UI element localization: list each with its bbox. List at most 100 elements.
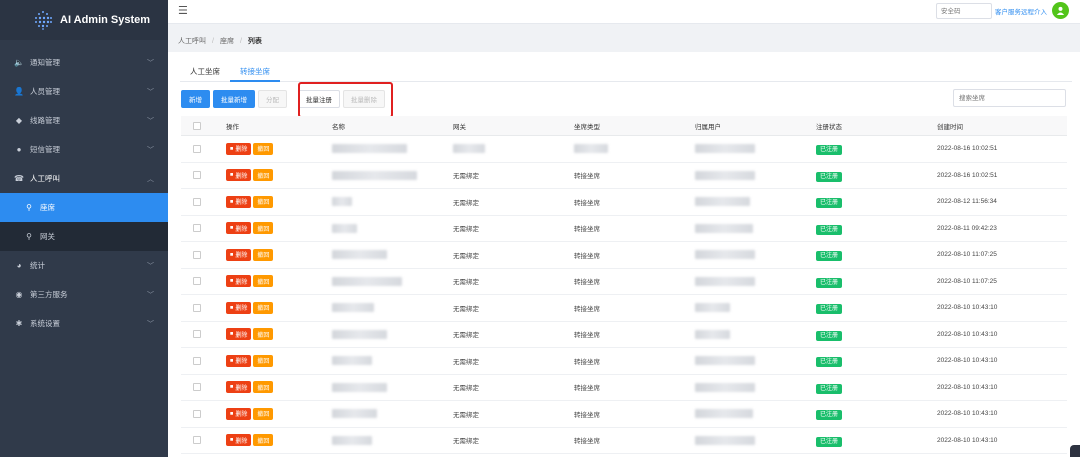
sidebar-item-5[interactable]: ◕ 统计 ﹀ (0, 251, 168, 280)
status-badge: 已注册 (816, 198, 843, 209)
table-row[interactable]: ■ 删除 撤回 无需绑定 转接坐席 已注册 2022-08-12 11:56:34 (181, 189, 1067, 216)
breadcrumb-item[interactable]: 人工呼叫 (178, 38, 206, 45)
delete-button[interactable]: ■ 删除 (226, 275, 252, 288)
delete-button[interactable]: ■ 删除 (226, 301, 252, 314)
revoke-button[interactable]: 撤回 (253, 222, 274, 235)
sidebar-item-7[interactable]: ✱ 系统设置 ﹀ (0, 309, 168, 338)
trash-icon: ■ (230, 225, 234, 232)
revoke-button[interactable]: 撤回 (253, 195, 274, 208)
revoke-button[interactable]: 撤回 (253, 169, 274, 182)
assign-button[interactable]: 分配 (258, 90, 287, 108)
revoke-button[interactable]: 撤回 (253, 248, 274, 261)
user-avatar-icon[interactable] (1052, 2, 1069, 19)
scroll-corner (1070, 445, 1080, 457)
remote-service-link[interactable]: 客户服务远程介入 (995, 6, 1047, 16)
row-checkbox[interactable] (193, 356, 201, 365)
sidebar-subitem-0[interactable]: ⚲ 座席 (0, 193, 168, 222)
created-time: 2022-08-10 10:43:10 (937, 410, 998, 418)
table-row[interactable]: ■ 删除 撤回 无需绑定 转接坐席 已注册 2022-08-10 11:07:25 (181, 269, 1067, 295)
seat-search-input[interactable] (953, 89, 1066, 107)
revoke-button[interactable]: 撤回 (253, 275, 274, 288)
revoke-button[interactable]: 撤回 (253, 434, 274, 447)
sidebar-item-2[interactable]: ◆ 线路管理 ﹀ (0, 106, 168, 135)
gateway-cell: 无需绑定 (453, 199, 479, 207)
row-checkbox[interactable] (193, 409, 201, 418)
message-icon: ● (16, 145, 22, 154)
sidebar-item-4[interactable]: ☎ 人工呼叫 ︿ (0, 164, 168, 193)
row-checkbox[interactable] (193, 171, 201, 180)
table-row[interactable]: ■ 删除 撤回 无需绑定 转接坐席 已注册 2022-08-10 10:43:10 (181, 401, 1067, 428)
tab-manual-seat[interactable]: 人工坐席 (180, 62, 230, 82)
row-checkbox[interactable] (193, 330, 201, 339)
header-status: 注册状态 (816, 123, 842, 131)
cat-icon: ◉ (15, 290, 23, 299)
status-badge: 已注册 (816, 436, 843, 447)
created-time: 2022-08-10 10:43:10 (937, 436, 998, 444)
trash-icon: ■ (230, 304, 234, 311)
sidebar-subitem-1[interactable]: ⚲ 网关 (0, 222, 168, 251)
batch-add-button[interactable]: 批量新增 (213, 90, 255, 108)
user-icon: 👤 (14, 87, 24, 96)
delete-button[interactable]: ■ 删除 (226, 381, 252, 394)
row-checkbox[interactable] (193, 224, 201, 233)
chevron-up-icon: ︿ (147, 175, 154, 183)
revoke-button[interactable]: 撤回 (253, 328, 274, 341)
delete-button[interactable]: ■ 删除 (226, 142, 252, 155)
table-row[interactable]: ■ 删除 撤回 无需绑定 转接坐席 已注册 2022-08-10 10:43:10 (181, 322, 1067, 348)
name-redacted (332, 144, 407, 154)
revoke-button[interactable]: 撤回 (253, 381, 274, 394)
app-logo[interactable]: AI Admin System (0, 0, 168, 40)
breadcrumb-item[interactable]: 座席 (220, 38, 234, 45)
type-cell: 转接坐席 (574, 411, 600, 419)
sidebar-item-6[interactable]: ◉ 第三方服务 ﹀ (0, 280, 168, 309)
table-row[interactable]: ■ 删除 撤回 无需绑定 转接坐席 已注册 2022-08-10 11:07:25 (181, 242, 1067, 269)
revoke-button[interactable]: 撤回 (253, 301, 274, 314)
created-time: 2022-08-16 10:02:51 (937, 145, 998, 153)
delete-button[interactable]: ■ 删除 (226, 169, 252, 182)
safe-code-input[interactable] (936, 3, 992, 19)
sidebar-item-1[interactable]: 👤 人员管理 ﹀ (0, 77, 168, 106)
type-cell: 转接坐席 (574, 226, 600, 234)
delete-button[interactable]: ■ 删除 (226, 328, 252, 341)
table-row[interactable]: ■ 删除 撤回 无需绑定 转接坐席 已注册 2022-08-10 10:43:10 (181, 348, 1067, 375)
row-checkbox[interactable] (193, 250, 201, 259)
table-row[interactable]: ■ 删除 撤回 无需绑定 转接坐席 已注册 2022-08-11 09:42:23 (181, 216, 1067, 242)
owner-redacted (695, 382, 755, 392)
delete-button[interactable]: ■ 删除 (226, 195, 252, 208)
delete-button[interactable]: ■ 删除 (226, 354, 252, 367)
chevron-down-icon: ﹀ (147, 262, 154, 270)
trash-icon: ■ (230, 251, 234, 258)
revoke-button[interactable]: 撤回 (253, 407, 274, 420)
select-all-checkbox[interactable] (193, 121, 201, 130)
row-checkbox[interactable] (193, 436, 201, 445)
row-checkbox[interactable] (193, 383, 201, 392)
row-checkbox[interactable] (193, 277, 201, 286)
delete-button[interactable]: ■ 删除 (226, 434, 252, 447)
sidebar-item-3[interactable]: ● 短信管理 ﹀ (0, 135, 168, 164)
table-row[interactable]: ■ 删除 撤回 无需绑定 转接坐席 已注册 2022-08-10 10:43:10 (181, 375, 1067, 401)
row-checkbox[interactable] (193, 197, 201, 206)
created-time: 2022-08-10 10:43:10 (937, 357, 998, 365)
delete-label: 删除 (235, 359, 248, 366)
row-checkbox[interactable] (193, 303, 201, 312)
status-badge: 已注册 (816, 251, 843, 262)
created-time: 2022-08-11 09:42:23 (937, 224, 997, 232)
row-checkbox[interactable] (193, 144, 201, 153)
sidebar-item-label: 人工呼叫 (30, 174, 60, 183)
add-button[interactable]: 新增 (181, 90, 210, 108)
tab-transfer-seat[interactable]: 转接坐席 (230, 62, 280, 82)
revoke-button[interactable]: 撤回 (253, 142, 274, 155)
table-row[interactable]: ■ 删除 撤回 无需绑定 转接坐席 已注册 2022-08-16 10:02:51 (181, 163, 1067, 189)
sidebar-item-label: 人员管理 (30, 87, 60, 96)
delete-button[interactable]: ■ 删除 (226, 407, 252, 420)
type-cell: 转接坐席 (574, 332, 600, 340)
revoke-button[interactable]: 撤回 (253, 354, 274, 367)
sidebar-item-0[interactable]: 🔈 通知管理 ﹀ (0, 48, 168, 77)
menu-toggle-icon[interactable]: ☰ (178, 4, 188, 17)
table-row[interactable]: ■ 删除 撤回 无需绑定 转接坐席 已注册 2022-08-10 10:43:10 (181, 295, 1067, 322)
table-row[interactable]: ■ 删除 撤回 已注册 2022-08-16 10:02:51 (181, 136, 1067, 163)
delete-button[interactable]: ■ 删除 (226, 222, 252, 235)
table-row[interactable]: ■ 删除 撤回 无需绑定 转接坐席 已注册 2022-08-10 10:43:10 (181, 428, 1067, 454)
delete-button[interactable]: ■ 删除 (226, 248, 252, 261)
type-redacted (574, 144, 608, 154)
